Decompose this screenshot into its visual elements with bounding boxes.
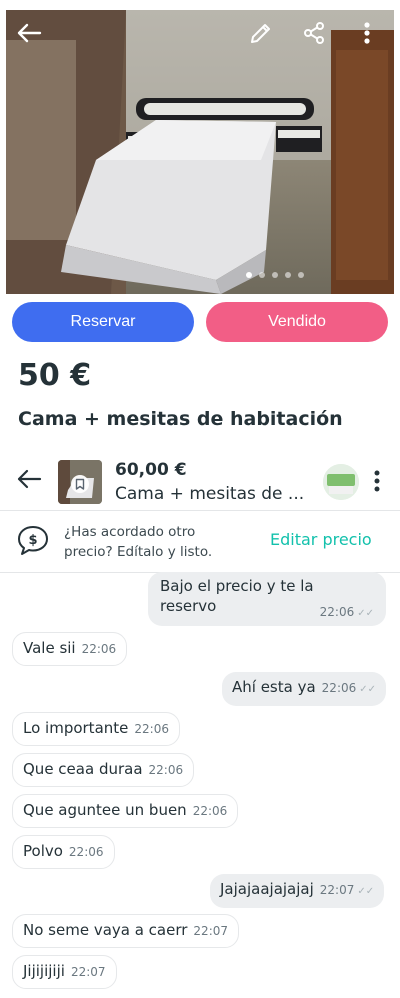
message-bubble: Vale sii 22:06 xyxy=(12,632,128,666)
message-text: Vale sii xyxy=(23,639,76,657)
listing-photo[interactable] xyxy=(6,10,394,294)
message-time: 22:06 xyxy=(68,845,104,859)
message-bubble: Jajajaajajajaj 22:07 ✓✓ xyxy=(210,874,385,908)
pagination-dot xyxy=(298,272,304,278)
share-icon[interactable] xyxy=(299,18,329,48)
message-time: 22:07 xyxy=(70,965,106,979)
sold-button[interactable]: Vendido xyxy=(206,302,388,342)
message-bubble: Polvo 22:06 xyxy=(12,835,115,869)
price-hint-banner: $ ¿Has acordado otro precio? Edítalo y l… xyxy=(0,510,400,573)
message-bubble: Que ceaa duraa 22:06 xyxy=(12,753,195,787)
photo-pagination-dots xyxy=(0,272,400,278)
pagination-dot xyxy=(259,272,265,278)
message-text: Polvo xyxy=(23,842,63,860)
message-bubble: Lo importante 22:06 xyxy=(12,712,180,746)
message-text: No seme vaya a caerr xyxy=(23,921,188,939)
kebab-menu-icon[interactable] xyxy=(352,18,382,48)
price-hint-text: ¿Has acordado otro precio? Edítalo y lis… xyxy=(64,524,213,560)
message-time: 22:06 xyxy=(81,642,117,656)
read-check-icon: ✓✓ xyxy=(359,684,377,695)
edit-price-link[interactable]: Editar precio xyxy=(270,530,372,549)
message-time: 22:06 xyxy=(134,722,169,736)
message-bubble: Que aguntee un buen 22:06 xyxy=(12,794,239,828)
pagination-dot xyxy=(246,272,252,278)
pencil-icon[interactable] xyxy=(246,18,276,48)
message-time: 22:06 xyxy=(148,763,184,777)
message-time: 22:06 xyxy=(319,605,355,619)
listing-price: 50 € xyxy=(18,358,92,393)
chat-item-price: 60,00 € xyxy=(115,460,187,480)
message-text: Lo importante xyxy=(23,719,129,737)
message-bubble: Jijijijiji 22:07 xyxy=(12,955,117,989)
user-avatar[interactable] xyxy=(323,464,359,500)
message-text: Jajajaajajajaj xyxy=(220,880,314,898)
reserve-button[interactable]: Reservar xyxy=(12,302,194,342)
chat-header: 60,00 € Cama + mesitas de ... xyxy=(0,452,400,511)
pagination-dot xyxy=(285,272,291,278)
message-time: 22:07 xyxy=(319,883,355,897)
message-text: Jijijijiji xyxy=(23,962,65,980)
read-check-icon: ✓✓ xyxy=(357,886,375,897)
svg-text:$: $ xyxy=(28,533,37,548)
message-bubble: No seme vaya a caerr 22:07 xyxy=(12,914,240,948)
message-time: 22:07 xyxy=(193,924,229,938)
message-text: Que aguntee un buen xyxy=(23,801,187,819)
pagination-dot xyxy=(272,272,278,278)
item-thumbnail[interactable] xyxy=(58,460,102,504)
message-bubble: Bajo el precio y te la reservo 22:06 ✓✓ xyxy=(148,572,386,626)
back-arrow-icon[interactable] xyxy=(14,18,44,48)
chat-item-name: Cama + mesitas de ... xyxy=(115,484,305,504)
message-bubble: Ahí esta ya 22:06 ✓✓ xyxy=(222,672,387,706)
message-text: Que ceaa duraa xyxy=(23,760,143,778)
message-text: Ahí esta ya xyxy=(232,678,316,696)
back-arrow-icon[interactable] xyxy=(16,468,44,494)
listing-title: Cama + mesitas de habitación xyxy=(18,408,343,430)
price-tag-chat-icon: $ xyxy=(16,524,50,556)
kebab-menu-icon[interactable] xyxy=(366,466,388,496)
read-check-icon: ✓✓ xyxy=(357,608,374,619)
message-time: 22:06 xyxy=(321,681,357,695)
message-time: 22:06 xyxy=(192,804,228,818)
